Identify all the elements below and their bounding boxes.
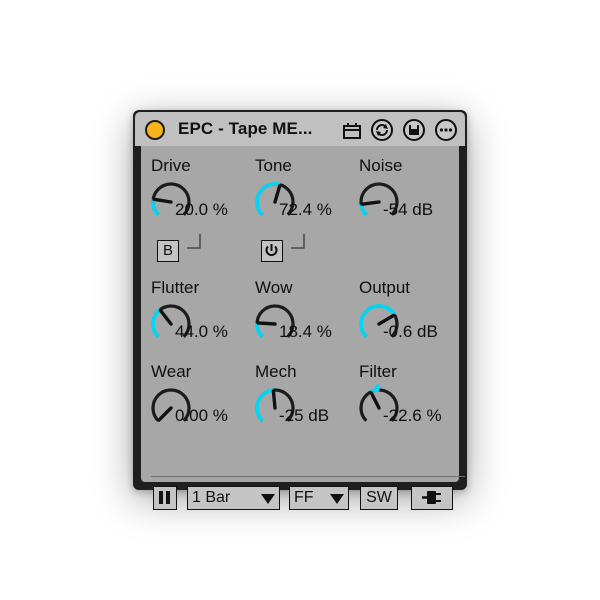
device-title: EPC - Tape ME... [178,119,313,138]
mech-value: -25 dB [279,406,330,425]
tone-label: Tone [255,156,292,175]
filter-knob-pointer [369,391,381,410]
noise-label: Noise [359,156,403,175]
wear-knob-pointer [157,406,173,422]
flutter-knob-fill [151,308,162,339]
drive-knob-pointer [152,197,173,204]
mode-value: FF [294,489,314,506]
wow-label: Wow [255,278,293,297]
drive-link-mark [187,234,201,249]
bar-length-select[interactable]: 1 Bar [187,486,280,510]
wear-label: Wear [151,362,192,381]
output-value: -0.6 dB [383,322,438,341]
output-label: Output [359,278,411,297]
chevron-down-icon [261,494,275,504]
tone-link-mark [291,234,305,249]
more-button[interactable] [435,119,457,141]
wow-knob-fill [255,322,264,339]
wear-value: 0.00 % [175,406,228,425]
flutter-label: Flutter [151,278,200,297]
device-title-bar[interactable]: EPC - Tape ME... [135,112,465,146]
tone-power-button[interactable] [261,240,283,262]
noise-knob-pointer [360,200,381,206]
tone-value: 72.4 % [279,200,332,219]
wow-knob-pointer [256,321,277,326]
save-preset-icon [409,125,419,135]
noise-value: -54 dB [383,200,434,219]
bar-length-value: 1 Bar [192,489,231,506]
bottom-divider [151,476,465,477]
filter-value: -22.6 % [383,406,442,425]
flutter-value: 44.0 % [175,322,228,341]
power-toggle-icon [265,244,278,256]
drive-label: Drive [151,156,191,175]
plug-button[interactable] [411,486,453,510]
mode-select[interactable]: FF [289,486,349,510]
filter-label: Filter [359,362,397,381]
hot-swap-button[interactable] [371,119,393,141]
noise-knob-fill [359,203,368,217]
pause-icon [159,491,170,504]
drive-value: 20.0 % [175,200,228,219]
save-preset-button[interactable] [403,119,425,141]
mech-knob-pointer [271,389,277,410]
flutter-knob-pointer [158,308,173,326]
more-icon [439,128,453,132]
pause-button[interactable] [153,486,177,510]
mech-knob-fill [255,388,274,423]
device-window: EPC - Tape ME... Drive 20.0 % Tone 72.4 … [133,110,467,510]
sw-button[interactable]: SW [360,486,398,510]
device-panel: Drive 20.0 % Tone 72.4 % Noise -54 dB Flutter 4… [141,146,465,510]
hot-swap-icon [376,124,388,136]
plug-icon [422,491,441,504]
mech-label: Mech [255,362,297,381]
clip-icon[interactable] [343,123,361,139]
drive-b-button[interactable]: B [157,240,179,262]
chevron-down-icon [330,494,344,504]
wow-value: 18.4 % [279,322,332,341]
device-power-icon[interactable] [145,120,165,140]
